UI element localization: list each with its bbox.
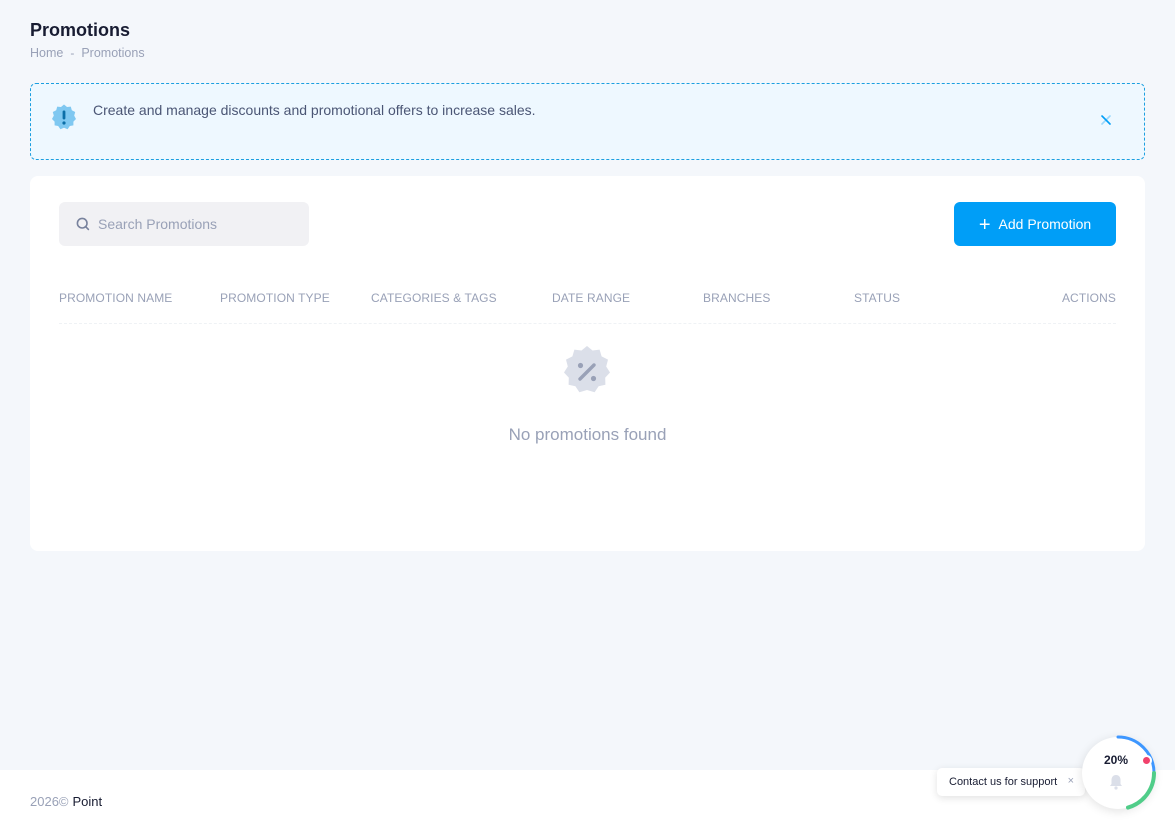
promotions-card: + Add Promotion Promotion Name Promotion… xyxy=(30,176,1145,551)
search-icon xyxy=(76,217,90,231)
footer-year: 2026© xyxy=(30,794,69,809)
info-notice: Create and manage discounts and promotio… xyxy=(30,83,1145,160)
column-header-categories-tags[interactable]: Categories & Tags xyxy=(371,291,497,305)
column-header-branches[interactable]: Branches xyxy=(703,291,770,305)
add-promotion-label: Add Promotion xyxy=(998,216,1092,232)
search-input[interactable] xyxy=(98,202,303,246)
search-box xyxy=(59,202,309,246)
footer-copyright: 2026© Point xyxy=(30,794,102,809)
notice-text: Create and manage discounts and promotio… xyxy=(93,102,536,118)
table-header: Promotion Name Promotion Type Categories… xyxy=(59,276,1116,324)
empty-state-text: No promotions found xyxy=(508,425,667,444)
support-bubble-text: Contact us for support xyxy=(949,776,1058,788)
percent-badge-icon xyxy=(559,344,615,400)
support-widget[interactable]: 20% xyxy=(1078,733,1158,813)
breadcrumb: Home - Promotions xyxy=(30,46,145,60)
add-promotion-button[interactable]: + Add Promotion xyxy=(954,202,1116,246)
plus-icon: + xyxy=(978,214,991,236)
close-icon[interactable] xyxy=(1099,113,1113,127)
column-header-promotion-name[interactable]: Promotion Name xyxy=(59,291,172,305)
column-header-status[interactable]: Status xyxy=(854,291,900,305)
exclamation-badge-icon xyxy=(50,103,78,131)
page: Promotions Home - Promotions Create and … xyxy=(0,0,1175,830)
support-bubble[interactable]: Contact us for support × xyxy=(937,768,1085,796)
column-header-promotion-type[interactable]: Promotion Type xyxy=(220,291,330,305)
bell-icon xyxy=(1107,773,1125,791)
breadcrumb-separator: - xyxy=(70,46,75,60)
column-header-date-range[interactable]: Date Range xyxy=(552,291,630,305)
notification-dot xyxy=(1141,755,1152,766)
breadcrumb-home-link[interactable]: Home xyxy=(30,46,63,60)
column-header-actions: Actions xyxy=(1061,291,1116,305)
toolbar: Promotions Home - Promotions xyxy=(0,0,1175,70)
footer-brand-link[interactable]: Point xyxy=(73,794,103,809)
breadcrumb-current: Promotions xyxy=(81,46,145,60)
page-title: Promotions xyxy=(30,20,131,40)
close-icon[interactable]: × xyxy=(1068,775,1074,787)
